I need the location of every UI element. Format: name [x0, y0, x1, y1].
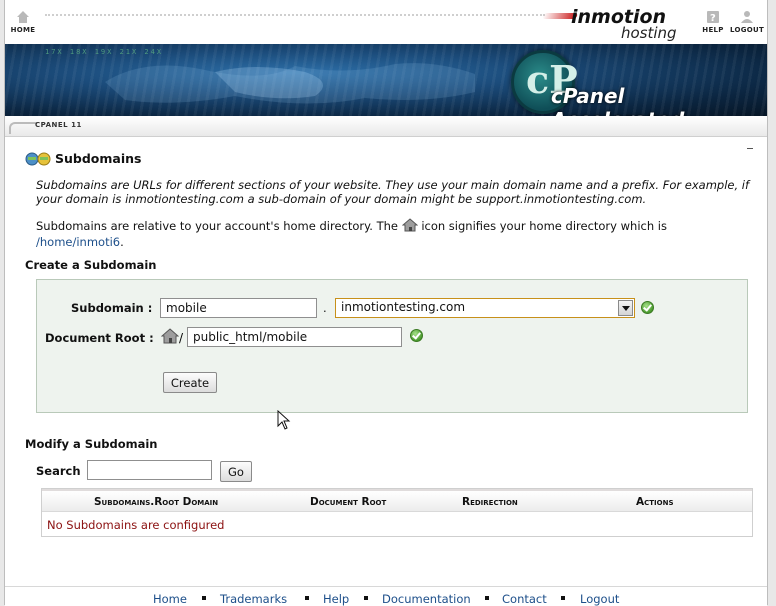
- footer-separator: [485, 596, 489, 600]
- edge-mark: [747, 148, 753, 149]
- domain-select[interactable]: inmotiontesting.com: [335, 298, 635, 318]
- search-label: Search: [36, 464, 81, 478]
- home-dir-note: Subdomains are relative to your account'…: [36, 218, 756, 250]
- domain-dot: .: [323, 301, 327, 315]
- nav-logout[interactable]: LOGOUT: [727, 10, 767, 34]
- world-map-graphic: [105, 63, 475, 104]
- footer-separator: [561, 596, 565, 600]
- create-button[interactable]: Create: [163, 372, 217, 393]
- logo-sub: hosting: [621, 24, 677, 42]
- footer-separator: [202, 596, 206, 600]
- home-dir-period: .: [120, 235, 124, 249]
- home-dir-note-end: icon signifies your home directory which…: [421, 219, 667, 233]
- house-icon: [401, 218, 418, 232]
- valid-check-icon: [641, 301, 654, 314]
- column-actions: Actions: [636, 496, 674, 508]
- home-dir-note-start: Subdomains are relative to your account'…: [36, 219, 398, 233]
- search-input[interactable]: [87, 460, 212, 480]
- breadcrumb-label: CPANEL 11: [35, 121, 82, 129]
- create-heading: Create a Subdomain: [25, 258, 157, 272]
- footer-link-logout[interactable]: Logout: [580, 592, 619, 606]
- column-subdomain[interactable]: Subdomains.Root Domain: [94, 496, 218, 508]
- nav-home[interactable]: HOME: [3, 10, 43, 34]
- domain-select-value: inmotiontesting.com: [341, 300, 466, 314]
- column-redirection[interactable]: Redirection: [462, 496, 518, 508]
- home-icon: [17, 11, 29, 23]
- footer-link-help[interactable]: Help: [323, 592, 349, 606]
- column-document-root[interactable]: Document Root: [310, 496, 386, 508]
- table-header: Subdomains.Root Domain Document Root Red…: [42, 489, 752, 512]
- valid-check-icon: [410, 329, 423, 342]
- breadcrumb: CPANEL 11: [5, 116, 767, 137]
- divider: [45, 14, 545, 16]
- page: HOME inmotion hosting ? HELP LOGOUT 17X …: [4, 0, 768, 606]
- cpanel-product-name: cPanel Accelerated: [551, 84, 684, 116]
- svg-text:?: ?: [710, 13, 716, 24]
- mouse-cursor-icon: [277, 410, 291, 430]
- footer-link-documentation[interactable]: Documentation: [382, 592, 471, 606]
- subdomain-input[interactable]: [160, 298, 317, 318]
- footer-link-trademarks[interactable]: Trademarks: [220, 592, 287, 606]
- breadcrumb-cap: [9, 122, 37, 134]
- home-dir-path: /home/inmoti6: [36, 235, 121, 249]
- empty-message: No Subdomains are configured: [47, 518, 225, 532]
- create-form: Subdomain : . inmotiontesting.com Docume…: [36, 279, 748, 413]
- inmotion-logo: inmotion hosting: [541, 6, 693, 42]
- docroot-slash: /: [179, 331, 184, 345]
- help-icon: ?: [707, 11, 719, 24]
- subdomains-icon: [25, 152, 51, 166]
- home-directory-icon: [161, 328, 179, 344]
- document-root-input[interactable]: [187, 327, 402, 347]
- cpanel-product: cPanel Accelerated2: [551, 84, 767, 116]
- go-button[interactable]: Go: [220, 461, 252, 482]
- chevron-down-icon[interactable]: [618, 300, 633, 316]
- document-root-label: Document Root :: [45, 331, 154, 345]
- footer-link-contact[interactable]: Contact: [502, 592, 547, 606]
- banner-ticker: 17X 18X 19X 21X 24X: [45, 48, 164, 56]
- subdomain-label: Subdomain :: [71, 301, 153, 315]
- top-bar: HOME inmotion hosting ? HELP LOGOUT: [5, 0, 767, 42]
- footer: Home Trademarks Help Documentation Conta…: [5, 586, 767, 606]
- page-description: Subdomains are URLs for different sectio…: [36, 178, 750, 206]
- nav-help-label: HELP: [702, 26, 724, 34]
- footer-separator: [305, 596, 309, 600]
- nav-home-label: HOME: [10, 26, 36, 34]
- modify-heading: Modify a Subdomain: [25, 437, 158, 451]
- footer-link-home[interactable]: Home: [153, 592, 187, 606]
- nav-logout-label: LOGOUT: [729, 26, 765, 34]
- subdomains-table: Subdomains.Root Domain Document Root Red…: [41, 488, 753, 537]
- footer-separator: [364, 596, 368, 600]
- page-title: Subdomains: [55, 151, 142, 166]
- user-icon: [741, 11, 753, 23]
- cpanel-banner: 17X 18X 19X 21X 24X cP cPanel Accelerate…: [5, 44, 767, 116]
